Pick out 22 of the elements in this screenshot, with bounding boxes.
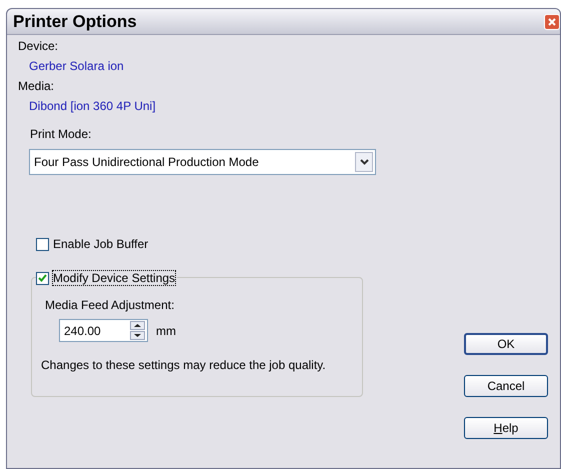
checkmark-icon — [38, 274, 47, 282]
warning-text: Changes to these settings may reduce the job quality. — [41, 357, 327, 374]
feed-adjustment-spinbox[interactable]: 240.00 — [59, 319, 148, 342]
window-title: Printer Options — [13, 10, 137, 33]
device-name: Gerber Solara ion — [29, 58, 125, 75]
dialog-button[interactable]: Help — [464, 417, 548, 439]
device-label: Device: — [18, 38, 60, 55]
unit-label: mm — [156, 322, 176, 340]
media-label: Media: — [18, 78, 56, 95]
close-button[interactable] — [544, 14, 560, 30]
dialog-button[interactable]: Cancel — [464, 375, 548, 397]
close-icon — [547, 16, 557, 26]
checkbox[interactable] — [36, 272, 49, 284]
chevron-down-icon — [360, 159, 368, 165]
checkbox[interactable] — [36, 238, 49, 250]
checkbox-label: Modify Device Settings — [52, 270, 176, 286]
dialog-button[interactable]: OK — [464, 333, 548, 355]
print-mode-dropdown[interactable]: Four Pass Unidirectional Production Mode — [29, 149, 376, 175]
print-mode-label: Print Mode: — [30, 126, 92, 143]
media-name: Dibond [ion 360 4P Uni] — [29, 98, 157, 115]
checkbox-label: Enable Job Buffer — [53, 236, 148, 253]
feed-adjustment-label: Media Feed Adjustment: — [45, 297, 176, 314]
